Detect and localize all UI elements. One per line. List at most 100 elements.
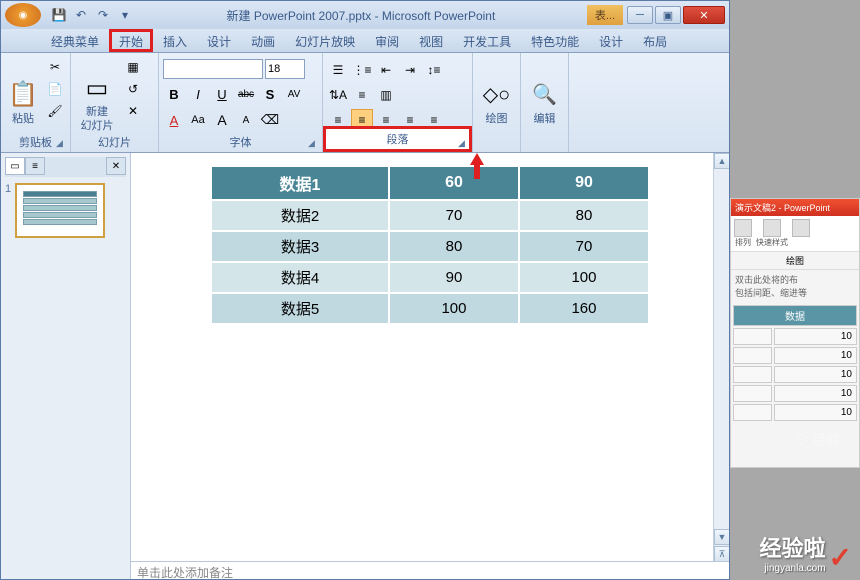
context-tab: 表... [587,5,623,25]
layout-icon[interactable]: ▦ [123,57,143,77]
side-arrange-button[interactable]: 排列 [733,218,753,249]
shadow-button[interactable]: S [259,83,281,105]
tab-review[interactable]: 审阅 [365,29,409,52]
table-row: 10 [733,385,857,402]
tab-view[interactable]: 视图 [409,29,453,52]
slides-tab-icon[interactable]: ▭ [5,157,25,175]
slide-editor[interactable]: 数据1 60 90 数据2 70 80 数据3 80 70 数据4 90 [131,153,729,579]
vertical-scrollbar[interactable]: ▲ ▼ ⊼ ⊻ [713,153,729,579]
bg-watermark: ⊙ 经验 [794,430,840,450]
table-cell[interactable]: 90 [389,262,519,293]
table-cell[interactable]: 100 [389,293,519,324]
tab-table-design[interactable]: 设计 [589,29,633,52]
titlebar: ◉ 💾 ↶ ↷ ▾ 新建 PowerPoint 2007.pptx - Micr… [1,1,729,29]
font-launcher-icon[interactable]: ◢ [308,138,320,150]
group-slides: ▭ 新建 幻灯片 ▦ ↺ ✕ 幻灯片 [71,53,159,152]
strike-button[interactable]: abc [235,83,257,105]
data-table[interactable]: 数据1 60 90 数据2 70 80 数据3 80 70 数据4 90 [210,165,650,325]
align-text-button[interactable]: ≡ [351,84,373,106]
paragraph-label: 段落 [323,126,472,152]
shrink-font-button[interactable]: A [235,109,257,131]
thumb-number: 1 [5,183,11,238]
bullets-button[interactable]: ☰ [327,59,349,81]
tab-slideshow[interactable]: 幻灯片放映 [285,29,365,52]
table-cell[interactable]: 70 [389,200,519,231]
table-cell[interactable]: 数据5 [211,293,389,324]
save-icon[interactable]: 💾 [49,5,69,25]
indent-dec-button[interactable]: ⇤ [375,59,397,81]
font-color-button[interactable]: A [163,109,185,131]
reset-icon[interactable]: ↺ [123,79,143,99]
clear-format-button[interactable]: ⌫ [259,109,281,131]
table-cell[interactable]: 160 [519,293,649,324]
minimize-button[interactable]: ─ [627,6,653,24]
delete-slide-icon[interactable]: ✕ [123,101,143,121]
tab-home[interactable]: 开始 [109,29,153,52]
table-header-cell[interactable]: 90 [519,166,649,200]
format-painter-icon[interactable]: 🖌 [45,101,65,121]
tab-classic[interactable]: 经典菜单 [41,29,109,52]
slides-label: 幻灯片 [71,132,158,152]
case-button[interactable]: Aa [187,109,209,131]
fill-icon [792,219,810,237]
tab-animation[interactable]: 动画 [241,29,285,52]
table-cell[interactable]: 70 [519,231,649,262]
italic-button[interactable]: I [187,83,209,105]
line-spacing-button[interactable]: ↕≡ [423,59,445,81]
group-editing: 🔍 编辑 [521,53,569,152]
text-direction-button[interactable]: ⇅A [327,84,349,106]
side-styles-button[interactable]: 快速样式 [755,218,789,249]
maximize-button[interactable]: ▣ [655,6,681,24]
tab-features[interactable]: 特色功能 [521,29,589,52]
table-cell[interactable]: 数据3 [211,231,389,262]
office-button[interactable]: ◉ [5,3,41,27]
font-family-select[interactable] [163,59,263,79]
tab-table-layout[interactable]: 布局 [633,29,677,52]
table-cell[interactable]: 80 [389,231,519,262]
qat-dropdown-icon[interactable]: ▾ [115,5,135,25]
prev-slide-icon[interactable]: ⊼ [714,546,729,562]
cut-icon[interactable]: ✂ [45,57,65,77]
table-header-cell[interactable]: 60 [389,166,519,200]
tab-design[interactable]: 设计 [197,29,241,52]
undo-icon[interactable]: ↶ [71,5,91,25]
scroll-up-icon[interactable]: ▲ [714,153,729,169]
indent-inc-button[interactable]: ⇥ [399,59,421,81]
ribbon-tabs: 经典菜单 开始 插入 设计 动画 幻灯片放映 审阅 视图 开发工具 特色功能 设… [1,29,729,53]
shapes-icon: ◇○ [481,79,513,111]
close-button[interactable]: ✕ [683,6,725,24]
drawing-button[interactable]: ◇○ 绘图 [477,55,516,150]
copy-icon[interactable]: 📄 [45,79,65,99]
paragraph-launcher-icon[interactable]: ◢ [458,138,470,150]
table-cell[interactable]: 80 [519,200,649,231]
new-slide-icon: ▭ [81,72,113,104]
table-cell[interactable]: 数据2 [211,200,389,231]
spacing-button[interactable]: AV [283,83,305,105]
bold-button[interactable]: B [163,83,185,105]
font-size-select[interactable] [265,59,305,79]
editing-button[interactable]: 🔍 编辑 [525,55,564,150]
table-row: 数据5 100 160 [211,293,649,324]
thumb-tabs: ▭ ≡ ✕ [5,157,126,177]
outline-tab-icon[interactable]: ≡ [25,157,45,175]
redo-icon[interactable]: ↷ [93,5,113,25]
tab-insert[interactable]: 插入 [153,29,197,52]
close-panel-icon[interactable]: ✕ [106,157,126,175]
table-cell: 10 [774,366,857,383]
group-paragraph: ☰ ⋮≡ ⇤ ⇥ ↕≡ ⇅A ≡ ▥ ≡ ≡ ≡ ≡ ≡ [323,53,473,152]
clipboard-launcher-icon[interactable]: ◢ [56,138,68,150]
underline-button[interactable]: U [211,83,233,105]
grow-font-button[interactable]: A [211,109,233,131]
side-fill-button[interactable] [791,218,811,249]
numbering-button[interactable]: ⋮≡ [351,59,373,81]
table-cell[interactable]: 数据4 [211,262,389,293]
table-header-cell[interactable]: 数据1 [211,166,389,200]
table-cell[interactable]: 100 [519,262,649,293]
columns-button[interactable]: ▥ [375,84,397,106]
watermark-main: 经验啦 [760,531,826,563]
scroll-down-icon[interactable]: ▼ [714,529,729,545]
notes-area[interactable]: 单击此处添加备注 [131,561,729,579]
table-row: 数据4 90 100 [211,262,649,293]
slide-thumbnail[interactable]: 1 [5,183,126,238]
tab-developer[interactable]: 开发工具 [453,29,521,52]
